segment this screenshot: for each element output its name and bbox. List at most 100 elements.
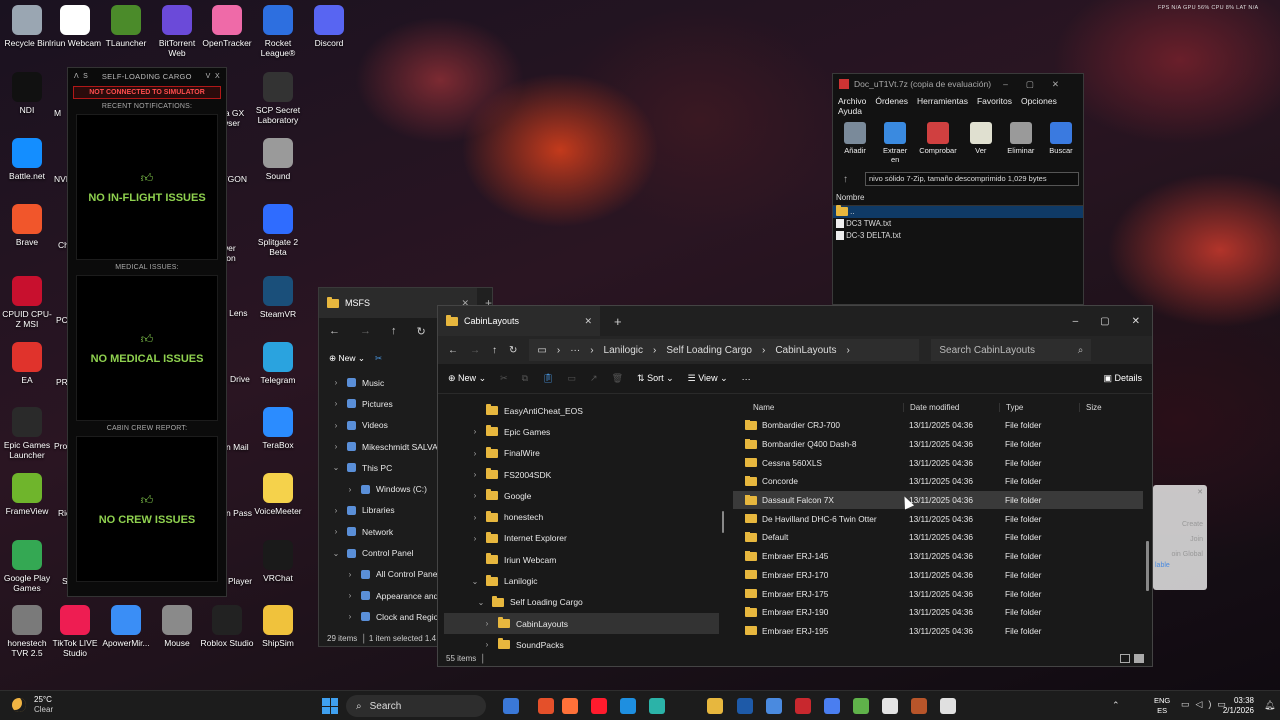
7zip-titlebar[interactable]: Doc_uT1Vt.7z (copia de evaluación) –▢✕ [833, 74, 1083, 94]
7zip-window[interactable]: Doc_uT1Vt.7z (copia de evaluación) –▢✕ A… [832, 73, 1084, 305]
taskbar-app-icon[interactable] [940, 698, 956, 714]
desktop-icon-apowermir[interactable]: ApowerMir... [99, 605, 153, 648]
tab-cabinlayouts[interactable]: CabinLayouts ✕ [438, 306, 600, 336]
desktop-icon-recycle-bin[interactable]: Recycle Bin [0, 5, 54, 48]
eliminar-button[interactable]: Eliminar [1005, 122, 1037, 164]
join-global-label[interactable]: oin Global [1153, 551, 1207, 558]
join-label[interactable]: Join [1153, 536, 1207, 543]
desktop-icon-honestech-tvr-2-5[interactable]: honestech TVR 2.5 [0, 605, 54, 658]
weather-widget[interactable]: 25°C Clear [34, 695, 53, 715]
breadcrumb-self-loading-cargo[interactable]: Self Loading Cargo [666, 345, 752, 356]
cabinlayouts-explorer-window[interactable]: CabinLayouts ✕ + – ▢ ✕ ← → ↑ ↻ ▭ › ··· ›… [437, 305, 1153, 667]
ver-button[interactable]: Ver [965, 122, 997, 164]
menu-opciones[interactable]: Opciones [1021, 96, 1057, 106]
notification-icon[interactable]: 🔔︎ [1264, 700, 1275, 711]
nav-item-easyanticheat-eos[interactable]: EasyAntiCheat_EOS [444, 400, 719, 421]
file-row[interactable]: Dassault Falcon 7X 13/11/2025 04:36 File f… [733, 490, 1143, 510]
chevron-icon[interactable]: ⌄ [476, 598, 486, 607]
chevron-icon[interactable]: › [345, 591, 355, 600]
chevron-icon[interactable]: › [470, 534, 480, 543]
desktop-icon-tiktok-live-studio[interactable]: TikTok LIVE Studio [48, 605, 102, 658]
start-button[interactable] [322, 698, 338, 714]
desktop-icon-mouse[interactable]: Mouse [150, 605, 204, 648]
up-icon[interactable]: ↑ [391, 325, 397, 337]
desktop-icon-tlauncher[interactable]: TLauncher [99, 5, 153, 48]
link-label[interactable]: lable [1153, 562, 1207, 569]
cut-icon[interactable]: ✂ [375, 353, 382, 364]
close-tab-icon[interactable]: ✕ [584, 316, 592, 327]
search-input[interactable]: Search CabinLayouts ⌕ [931, 339, 1092, 361]
desktop-icon-bittorrent-web[interactable]: BitTorrent Web [150, 5, 204, 58]
file-row[interactable]: Concorde 13/11/2025 04:36 File folder [733, 472, 1143, 491]
desktop-icon-vrchat[interactable]: VRChat [251, 540, 305, 583]
column-header-size[interactable]: Size [1079, 402, 1129, 412]
cut-icon[interactable]: ✂ [500, 373, 508, 384]
extraer-en-button[interactable]: Extraer en [879, 122, 911, 164]
nav-item-self-loading-cargo[interactable]: ⌄ Self Loading Cargo [444, 592, 719, 613]
chevron-icon[interactable]: › [482, 640, 492, 649]
desktop-icon-rocket-league[interactable]: Rocket League® [251, 5, 305, 58]
nav-item-soundpacks[interactable]: › SoundPacks [444, 634, 719, 655]
file-row[interactable]: Bombardier Q400 Dash-8 13/11/2025 04:36 Fi… [733, 435, 1143, 454]
details-view-icon[interactable] [1120, 654, 1130, 663]
clock[interactable]: 03:38 2/1/2026 [1222, 696, 1254, 716]
menu-favoritos[interactable]: Favoritos [977, 96, 1012, 106]
desktop-icon-steamvr[interactable]: SteamVR [251, 276, 305, 319]
taskbar-app-icon[interactable] [707, 698, 723, 714]
desktop-icon-discord[interactable]: Discord [302, 5, 356, 48]
taskbar-app-icon[interactable] [620, 698, 636, 714]
menu-ayuda[interactable]: Ayuda [838, 106, 862, 116]
chevron-icon[interactable]: › [345, 485, 355, 494]
file-row[interactable]: Cessna 560XLS 13/11/2025 04:36 File folder [733, 453, 1143, 472]
menu-herramientas[interactable]: Herramientas [917, 96, 968, 106]
view-toggle[interactable] [1120, 654, 1144, 663]
desktop-icon-ea[interactable]: EA [0, 342, 54, 385]
desktop-icon-iriun-webcam[interactable]: Iriun Webcam [48, 5, 102, 48]
chevron-icon[interactable]: › [331, 399, 341, 408]
file-row[interactable]: De Havilland DHC-6 Twin Otter 13/11/2025 … [733, 509, 1143, 528]
nav-item-lanilogic[interactable]: ⌄ Lanilogic [444, 570, 719, 591]
window-controls[interactable]: –▢✕ [1003, 79, 1077, 90]
taskbar-app-icon[interactable] [562, 698, 578, 714]
desktop-icon-ndi[interactable]: NDI [0, 72, 54, 115]
refresh-icon[interactable]: ↻ [417, 325, 426, 338]
file-row[interactable]: Embraer ERJ-195 13/11/2025 04:36 File fold… [733, 622, 1143, 641]
file-row[interactable]: Embraer ERJ-145 13/11/2025 04:36 File fold… [733, 547, 1143, 566]
archive-row[interactable]: DC-3 DELTA.txt [833, 230, 1083, 242]
desktop-icon-sound[interactable]: Sound [251, 138, 305, 181]
chevron-icon[interactable]: › [470, 470, 480, 479]
column-header-name[interactable]: Name [733, 403, 903, 412]
up-arrow-icon[interactable]: ↑ [843, 174, 848, 185]
minimize-icon[interactable]: – [1073, 316, 1079, 327]
chevron-icon[interactable]: › [345, 612, 355, 621]
new-button[interactable]: ⊕ New ⌄ [329, 353, 365, 364]
chevron-icon[interactable]: › [345, 570, 355, 579]
file-row[interactable]: Bombardier CRJ-700 13/11/2025 04:36 File f… [733, 416, 1143, 435]
tray-overflow-icon[interactable]: ⌃ [1112, 700, 1120, 711]
language-indicator[interactable]: ENG ES [1154, 696, 1170, 716]
breadcrumb[interactable]: ▭ › ··· › Lanilogic › Self Loading Cargo… [529, 339, 920, 361]
breadcrumb-cabinlayouts[interactable]: CabinLayouts [775, 345, 836, 356]
taskbar-app-icon[interactable] [824, 698, 840, 714]
taskbar-app-icon[interactable] [591, 698, 607, 714]
add-tab-icon[interactable]: + [614, 314, 622, 329]
column-header-type[interactable]: Type [999, 402, 1079, 412]
column-header-date-modified[interactable]: Date modified [903, 402, 999, 412]
chevron-icon[interactable]: › [482, 619, 492, 628]
chevron-icon[interactable]: ⌄ [470, 577, 480, 586]
taskbar-search[interactable]: ⌕ Search [346, 695, 486, 717]
archive-row[interactable]: .. [833, 205, 1083, 218]
more-icon[interactable]: ··· [570, 345, 580, 356]
up-icon[interactable]: ↑ [492, 345, 497, 356]
menu-archivo[interactable]: Archivo [838, 96, 866, 106]
file-row[interactable]: Default 13/11/2025 04:36 File folder [733, 528, 1143, 547]
maximize-icon[interactable]: ▢ [1100, 316, 1109, 327]
file-row[interactable]: Embraer ERJ-175 13/11/2025 04:36 File fold… [733, 584, 1143, 603]
sort-button[interactable]: ⇅ Sort ⌄ [637, 373, 674, 384]
desktop-icon-scp-secret-laboratory[interactable]: SCP Secret Laboratory [251, 72, 305, 125]
window-controls[interactable]: – ▢ ✕ [1073, 316, 1152, 327]
a-adir-button[interactable]: Añadir [839, 122, 871, 164]
chevron-icon[interactable]: › [331, 506, 341, 515]
nav-item-finalwire[interactable]: › FinalWire [444, 443, 719, 464]
chevron-icon[interactable]: › [470, 491, 480, 500]
